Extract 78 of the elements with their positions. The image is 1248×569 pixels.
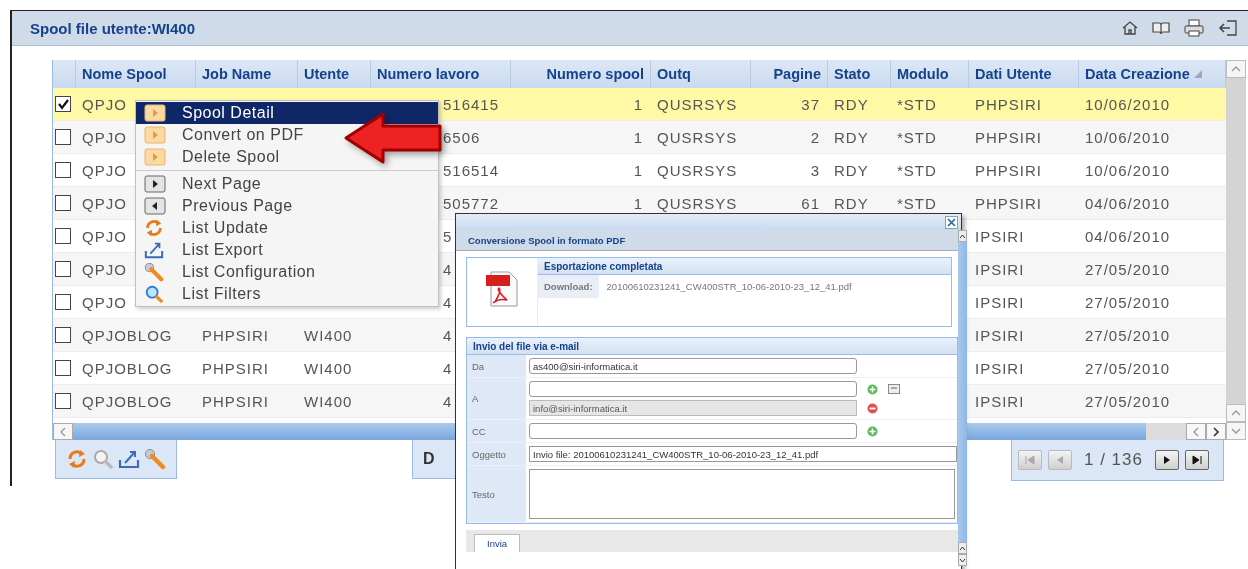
table-cell: 4: [443, 392, 453, 410]
table-cell: 10/06/2010: [1085, 128, 1171, 146]
table-cell: 10/06/2010: [1085, 161, 1171, 179]
table-cell: IPSIRI: [975, 293, 1025, 311]
table-cell: QPJO: [82, 161, 127, 179]
toolbar-label: D: [423, 450, 435, 468]
table-cell: 27/05/2010: [1085, 359, 1171, 377]
table-cell: 04/06/2010: [1085, 227, 1171, 245]
table-cell: QPJOBLOG: [82, 326, 173, 344]
table-cell: 1: [633, 128, 643, 146]
panel-title: Spool file utente:WI400: [30, 19, 195, 37]
table-cell: 04/06/2010: [1085, 194, 1171, 212]
table-cell: RDY: [834, 194, 869, 212]
table-cell: 6506: [443, 128, 481, 146]
field-label: Da: [472, 360, 485, 372]
table-cell: *STD: [897, 161, 937, 179]
table-cell: RDY: [834, 128, 869, 146]
table-cell: QUSRSYS: [657, 128, 738, 146]
table-cell: PHPSIRI: [975, 194, 1042, 212]
table-cell: PHPSIRI: [975, 95, 1042, 113]
table-cell: IPSIRI: [975, 326, 1025, 344]
table-cell: 516415: [443, 95, 500, 113]
table-cell: 1: [633, 194, 643, 212]
table-cell: IPSIRI: [975, 260, 1025, 278]
section-title: Invio del file via e-mail: [473, 340, 580, 352]
table-cell: 61: [801, 194, 820, 212]
table-cell: WI400: [304, 326, 353, 344]
table-cell: QUSRSYS: [657, 194, 738, 212]
table-cell: 27/05/2010: [1085, 392, 1171, 410]
table-cell: 516514: [443, 161, 500, 179]
table-cell: QUSRSYS: [657, 95, 738, 113]
table-cell: QPJO: [82, 95, 127, 113]
table-cell: 37: [801, 95, 820, 113]
table-cell: 4: [443, 326, 453, 344]
table-cell: QPJO: [82, 227, 127, 245]
table-cell: 4: [443, 260, 453, 278]
table-cell: *STD: [897, 128, 937, 146]
table-cell: 4: [443, 359, 453, 377]
page-indicator: 1 / 136: [1084, 450, 1143, 470]
table-cell: QPJO: [82, 293, 127, 311]
table-cell: 505772: [443, 194, 500, 212]
table-cell: 27/05/2010: [1085, 293, 1171, 311]
table-cell: IPSIRI: [975, 359, 1025, 377]
table-cell: 2: [810, 128, 820, 146]
table-cell: 3: [810, 161, 820, 179]
table-cell: PHPSIRI: [975, 161, 1042, 179]
table-cell: QPJO: [82, 128, 127, 146]
table-cell: WI400: [304, 359, 353, 377]
table-cell: QUSRSYS: [657, 161, 738, 179]
table-cell: PHPSIRI: [202, 359, 269, 377]
field-label: Testo: [472, 488, 495, 500]
table-cell: 5: [443, 227, 453, 245]
table-cell: 27/05/2010: [1085, 260, 1171, 278]
field-label: Oggetto: [472, 448, 506, 460]
table-cell: 4: [443, 293, 453, 311]
table-cell: *STD: [897, 95, 937, 113]
table-cell: QPJOBLOG: [82, 359, 173, 377]
table-cell: WI400: [304, 392, 353, 410]
table-cell: QPJO: [82, 260, 127, 278]
field-label: A: [472, 393, 479, 404]
table-cell: PHPSIRI: [202, 326, 269, 344]
table-cell: PHPSIRI: [975, 128, 1042, 146]
table-cell: RDY: [834, 95, 869, 113]
section-title: Esportazione completata: [544, 260, 663, 272]
table-cell: *STD: [897, 194, 937, 212]
table-cell: QPJO: [82, 194, 127, 212]
table-cell: 1: [633, 161, 643, 179]
field-label: Download:: [538, 274, 599, 298]
table-cell: PHPSIRI: [202, 392, 269, 410]
table-cell: IPSIRI: [975, 227, 1025, 245]
dialog-title: Conversione Spool in formato PDF: [468, 234, 626, 246]
table-cell: 10/06/2010: [1085, 95, 1171, 113]
table-cell: 27/05/2010: [1085, 326, 1171, 344]
table-cell: IPSIRI: [975, 392, 1025, 410]
table-cell: RDY: [834, 161, 869, 179]
field-label: CC: [472, 425, 486, 437]
table-cell: QPJOBLOG: [82, 392, 173, 410]
table-cell: 1: [633, 95, 643, 113]
